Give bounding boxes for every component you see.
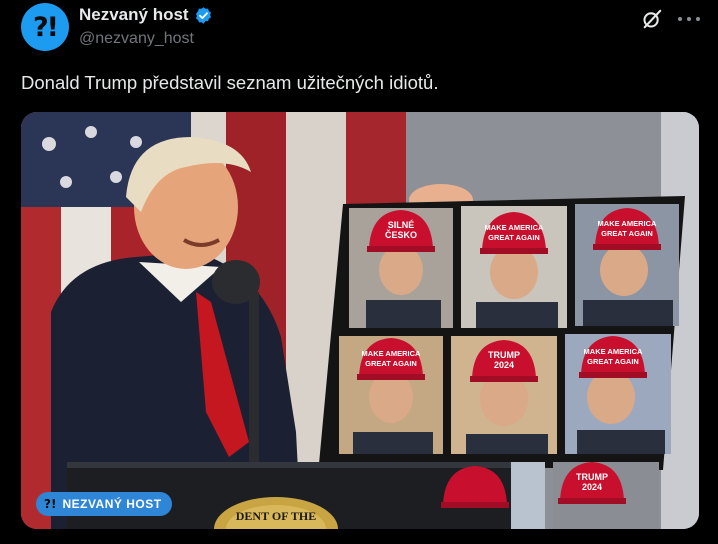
cap-text: 2024: [582, 482, 602, 492]
author-display-name[interactable]: Nezvaný host: [79, 5, 189, 25]
author-handle[interactable]: @nezvany_host: [79, 30, 194, 48]
grok-icon[interactable]: [641, 8, 663, 30]
cap-text: GREAT AGAIN: [587, 357, 639, 366]
tweet-text: Donald Trump představil seznam užitečnýc…: [21, 72, 439, 93]
watermark-logo-mark: ?!: [44, 497, 57, 511]
watermark-badge: ?! NEZVANÝ HOST: [36, 492, 172, 516]
cap-text: ČESKO: [385, 229, 417, 240]
cap-text: TRUMP: [576, 472, 608, 482]
profile-avatar[interactable]: ?!: [21, 3, 69, 51]
author-name-row: Nezvaný host: [79, 5, 213, 25]
podium-seal-text: DENT OF THE: [236, 509, 316, 523]
cap-text: GREAT AGAIN: [601, 229, 653, 238]
cap-text: MAKE AMERICA: [584, 347, 643, 356]
cap-text: MAKE AMERICA: [362, 349, 421, 358]
more-dot-icon: [696, 17, 700, 21]
media-photo: DENT OF THE SILNÉČESKOMAKE AMERICAGREAT …: [21, 112, 699, 529]
tweet-media-image[interactable]: DENT OF THE SILNÉ ČESKO MAKE AMERICA GREAT …: [21, 112, 699, 529]
cap-text: MAKE AMERICA: [598, 219, 657, 228]
more-options-icon[interactable]: [678, 8, 700, 30]
cap-text: 2024: [494, 360, 514, 370]
cap-text: TRUMP: [488, 350, 520, 360]
avatar-logo-mark: ?!: [33, 11, 59, 43]
cap-text: GREAT AGAIN: [488, 233, 540, 242]
watermark-text: NEZVANÝ HOST: [62, 497, 162, 511]
verified-badge-icon: [195, 6, 211, 24]
cap-text: MAKE AMERICA: [485, 223, 544, 232]
cap-text: GREAT AGAIN: [365, 359, 417, 368]
more-dot-icon: [687, 17, 691, 21]
cap-text: SILNÉ: [388, 220, 415, 230]
more-dot-icon: [678, 17, 682, 21]
